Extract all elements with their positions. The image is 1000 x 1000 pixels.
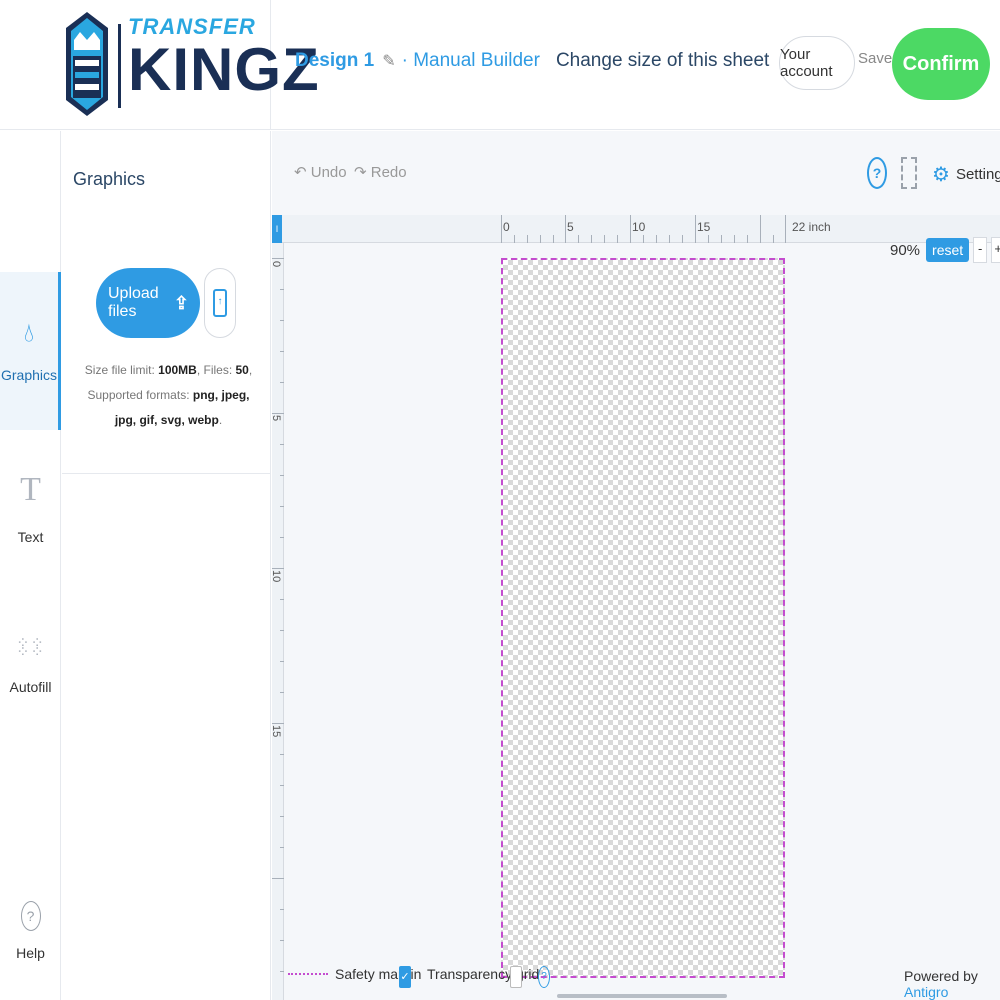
undo-button[interactable]: ↶ Undo xyxy=(294,163,347,181)
gear-icon: ⚙ xyxy=(932,164,950,186)
safety-margin-swatch xyxy=(288,973,328,975)
info-icon[interactable]: ? xyxy=(538,966,550,988)
zoom-level: 90% xyxy=(890,241,921,259)
drop-icon: 💧︎ xyxy=(23,317,35,347)
redo-button[interactable]: ↷ Redo xyxy=(354,163,407,181)
header: TRANSFER KINGZ Design 1 ✎ · Manual Build… xyxy=(0,0,1000,130)
upload-files-button[interactable]: Upload files ⇪ xyxy=(96,268,200,338)
logo-text-bottom: KINGZ xyxy=(128,36,320,103)
upload-icon: ⇪ xyxy=(173,293,189,313)
panel-divider xyxy=(62,473,271,474)
grid-dots-icon: ⁘⁘ ⁘⁘ xyxy=(16,635,45,661)
help-label: Help xyxy=(16,945,45,961)
ruler-vertical: 0 5 10 15 xyxy=(272,243,284,1000)
ruler-label: 22 inch xyxy=(792,220,831,234)
design-name[interactable]: Design 1 xyxy=(295,50,374,72)
nav-item-label: Autofill xyxy=(9,679,52,695)
nav-item-graphics[interactable]: 💧︎ Graphics xyxy=(0,272,61,430)
nav-item-autofill[interactable]: ⁘⁘ ⁘⁘ Autofill xyxy=(0,588,61,746)
ruler-label: 0 xyxy=(503,220,510,234)
your-account-button[interactable]: Your account xyxy=(779,36,855,90)
pencil-icon[interactable]: ✎ xyxy=(382,51,395,71)
help-icon[interactable]: ? xyxy=(867,157,887,189)
toolbar: ↶ Undo ↷ Redo ? ⚙ Settings xyxy=(272,131,1000,215)
crown-crest-icon xyxy=(66,12,108,116)
zoom-controls: 90% reset - + xyxy=(890,237,1000,263)
zoom-out-button[interactable]: - xyxy=(973,237,988,263)
ruler-corner: I xyxy=(272,215,282,243)
phone-upload-icon: ↑ xyxy=(213,289,227,317)
ruler-label: 10 xyxy=(272,570,282,583)
canvas-footer: Safety margin ✓ Transparency grid ? Powe… xyxy=(272,958,1000,1000)
change-size-link[interactable]: Change size of this sheet xyxy=(556,50,769,72)
graphics-panel: Graphics Upload files ⇪ ↑ Size file limi… xyxy=(62,131,271,1000)
design-sheet[interactable] xyxy=(501,258,785,978)
fullscreen-icon[interactable] xyxy=(901,157,917,189)
undo-icon: ↶ xyxy=(294,164,307,181)
logo-separator xyxy=(118,24,121,108)
question-icon: ? xyxy=(20,901,41,931)
settings-label: Settings xyxy=(955,166,1000,183)
nav-item-label: Graphics xyxy=(0,367,58,383)
zoom-in-button[interactable]: + xyxy=(991,237,1000,263)
nav-item-text[interactable]: T Text xyxy=(0,430,61,588)
ruler-label: 5 xyxy=(272,415,282,421)
antigro-link[interactable]: Antigro xyxy=(904,984,948,1000)
left-nav: 💧︎ Graphics T Text ⁘⁘ ⁘⁘ Autofill ? Help xyxy=(0,131,61,1000)
panel-title: Graphics xyxy=(73,169,146,189)
upload-label: Upload files xyxy=(108,285,159,320)
safety-margin-checkbox[interactable]: ✓ xyxy=(399,966,411,988)
title-area: Design 1 ✎ · Manual Builder Change size … xyxy=(295,50,769,72)
builder-label: · Manual Builder xyxy=(401,50,540,71)
ruler-label: 10 xyxy=(632,220,646,234)
horizontal-scrollbar[interactable] xyxy=(557,994,727,998)
ruler-label: 0 xyxy=(272,261,282,267)
transparency-grid-checkbox[interactable] xyxy=(510,966,522,988)
ruler-label: 5 xyxy=(567,220,574,234)
text-t-icon: T xyxy=(20,471,41,508)
canvas-area[interactable]: I 0 5 10 15 22 inch 10 15 90% reset - + xyxy=(272,215,1000,1000)
upload-limits: Size file limit: 100MB, Files: 50, Suppo… xyxy=(84,363,253,427)
app: TRANSFER KINGZ Design 1 ✎ · Manual Build… xyxy=(0,0,1000,1000)
settings-button[interactable]: ⚙ Settings xyxy=(932,162,1000,187)
ruler-label: 15 xyxy=(272,725,282,738)
zoom-reset-button[interactable]: reset xyxy=(926,238,970,262)
confirm-button[interactable]: Confirm xyxy=(892,28,990,100)
nav-item-help[interactable]: ? Help xyxy=(0,901,61,961)
powered-by: Powered by Antigro xyxy=(904,968,978,1000)
phone-upload-button[interactable]: ↑ xyxy=(204,268,236,338)
ruler-label: 15 xyxy=(697,220,711,234)
nav-item-label: Text xyxy=(17,529,44,545)
save-button[interactable]: Save xyxy=(858,50,892,67)
logo[interactable]: TRANSFER KINGZ xyxy=(0,0,319,130)
redo-icon: ↷ xyxy=(354,164,367,181)
transparency-grid-label: Transparency grid xyxy=(427,966,540,982)
